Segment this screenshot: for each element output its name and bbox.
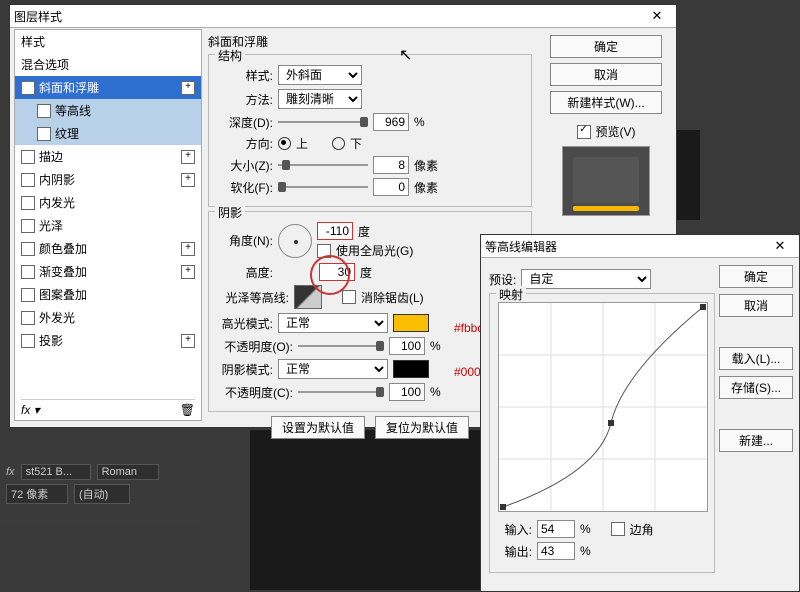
hilite-mode-select[interactable]: 正常 bbox=[278, 313, 388, 333]
plus-icon[interactable]: + bbox=[181, 173, 195, 187]
contour-editor-dialog: 等高线编辑器 ✕ 预设:自定 映射 输入:%边角 输出:% 确定 取消 载入(L… bbox=[480, 234, 800, 592]
cursor-icon: ↖ bbox=[399, 45, 412, 65]
shadow-opacity-input[interactable] bbox=[389, 383, 425, 401]
hilite-opacity-input[interactable] bbox=[389, 337, 425, 355]
direction-up-radio[interactable] bbox=[278, 137, 291, 150]
plus-icon[interactable]: + bbox=[181, 242, 195, 256]
outer-glow-item[interactable]: 外发光 bbox=[15, 306, 201, 329]
checkbox-icon[interactable] bbox=[21, 173, 35, 187]
styles-header[interactable]: 样式 bbox=[15, 30, 201, 53]
window-title: 等高线编辑器 bbox=[485, 238, 765, 255]
style-select[interactable]: 外斜面 bbox=[278, 65, 362, 85]
annotation-circle bbox=[310, 255, 350, 295]
stroke-item[interactable]: 描边+ bbox=[15, 145, 201, 168]
cancel-button[interactable]: 取消 bbox=[550, 63, 662, 86]
shadow-opacity-slider[interactable] bbox=[298, 385, 384, 399]
font-family-select[interactable]: st521 B... bbox=[21, 464, 91, 480]
contour-item[interactable]: 等高线 bbox=[15, 99, 201, 122]
size-input[interactable] bbox=[373, 156, 409, 174]
load-button[interactable]: 载入(L)... bbox=[719, 347, 793, 370]
corner-checkbox[interactable] bbox=[611, 522, 625, 536]
new-style-button[interactable]: 新建样式(W)... bbox=[550, 91, 662, 114]
font-weight-select[interactable]: Roman bbox=[97, 464, 159, 480]
technique-select[interactable]: 雕刻清晰 bbox=[278, 89, 362, 109]
close-icon[interactable]: ✕ bbox=[642, 8, 672, 24]
fx-icon[interactable]: fx ▾ bbox=[21, 403, 40, 417]
plus-icon[interactable]: + bbox=[181, 150, 195, 164]
depth-slider[interactable] bbox=[278, 115, 368, 129]
curve-input-field[interactable] bbox=[537, 520, 575, 538]
checkbox-icon[interactable] bbox=[21, 81, 35, 95]
soften-slider[interactable] bbox=[278, 180, 368, 194]
preset-select[interactable]: 自定 bbox=[521, 269, 651, 289]
preview-thumbnail bbox=[562, 146, 650, 216]
aa-select[interactable]: (自动) bbox=[74, 484, 130, 504]
blend-options-item[interactable]: 混合选项 bbox=[15, 53, 201, 76]
preview-checkbox[interactable] bbox=[577, 125, 591, 139]
bevel-emboss-item[interactable]: 斜面和浮雕+ bbox=[15, 76, 201, 99]
hilite-opacity-slider[interactable] bbox=[298, 339, 384, 353]
antialias-checkbox[interactable] bbox=[342, 290, 356, 304]
gradient-overlay-item[interactable]: 渐变叠加+ bbox=[15, 260, 201, 283]
checkbox-icon[interactable] bbox=[21, 242, 35, 256]
checkbox-icon[interactable] bbox=[21, 311, 35, 325]
titlebar: 等高线编辑器 ✕ bbox=[481, 235, 799, 258]
titlebar: 图层样式 ✕ bbox=[10, 5, 676, 28]
inner-shadow-item[interactable]: 内阴影+ bbox=[15, 168, 201, 191]
size-slider[interactable] bbox=[278, 158, 368, 172]
close-icon[interactable]: ✕ bbox=[765, 238, 795, 254]
ok-button[interactable]: 确定 bbox=[550, 35, 662, 58]
reset-default-button[interactable]: 复位为默认值 bbox=[375, 416, 469, 439]
curve-canvas[interactable] bbox=[498, 302, 708, 512]
font-size-select[interactable]: 72 像素 bbox=[6, 484, 68, 504]
depth-input[interactable] bbox=[373, 113, 409, 131]
styles-list: 样式 混合选项 斜面和浮雕+ 等高线 纹理 描边+ 内阴影+ 内发光 光泽 颜色… bbox=[14, 29, 202, 421]
checkbox-icon[interactable] bbox=[21, 288, 35, 302]
pattern-overlay-item[interactable]: 图案叠加 bbox=[15, 283, 201, 306]
drop-shadow-item[interactable]: 投影+ bbox=[15, 329, 201, 352]
fx-icon[interactable]: fx bbox=[6, 466, 15, 478]
inner-glow-item[interactable]: 内发光 bbox=[15, 191, 201, 214]
checkbox-icon[interactable] bbox=[21, 219, 35, 233]
checkbox-icon[interactable] bbox=[21, 334, 35, 348]
color-overlay-item[interactable]: 颜色叠加+ bbox=[15, 237, 201, 260]
plus-icon[interactable]: + bbox=[181, 265, 195, 279]
satin-item[interactable]: 光泽 bbox=[15, 214, 201, 237]
checkbox-icon[interactable] bbox=[37, 127, 51, 141]
curve-output-field[interactable] bbox=[537, 542, 575, 560]
soften-input[interactable] bbox=[373, 178, 409, 196]
window-title: 图层样式 bbox=[14, 8, 642, 25]
save-button[interactable]: 存储(S)... bbox=[719, 376, 793, 399]
direction-down-radio[interactable] bbox=[332, 137, 345, 150]
texture-item[interactable]: 纹理 bbox=[15, 122, 201, 145]
structure-group: 结构 样式:外斜面 方法:雕刻清晰 深度(D):% 方向:上下 大小(Z):像素… bbox=[208, 54, 532, 207]
bevel-title: 斜面和浮雕 bbox=[208, 33, 532, 50]
trash-icon[interactable]: 🗑 bbox=[180, 403, 195, 417]
plus-icon[interactable]: + bbox=[181, 334, 195, 348]
angle-dial[interactable] bbox=[278, 224, 312, 258]
checkbox-icon[interactable] bbox=[21, 265, 35, 279]
mapping-group: 映射 输入:%边角 输出:% bbox=[489, 293, 715, 573]
shadow-color-swatch[interactable] bbox=[393, 360, 429, 378]
char-panel: fx st521 B... Roman 72 像素 (自动) bbox=[0, 460, 200, 526]
cancel-button[interactable]: 取消 bbox=[719, 294, 793, 317]
checkbox-icon[interactable] bbox=[21, 196, 35, 210]
new-button[interactable]: 新建... bbox=[719, 429, 793, 452]
ok-button[interactable]: 确定 bbox=[719, 265, 793, 288]
set-default-button[interactable]: 设置为默认值 bbox=[271, 416, 365, 439]
shadow-mode-select[interactable]: 正常 bbox=[278, 359, 388, 379]
plus-icon[interactable]: + bbox=[181, 81, 195, 95]
checkbox-icon[interactable] bbox=[21, 150, 35, 164]
checkbox-icon[interactable] bbox=[37, 104, 51, 118]
angle-input[interactable] bbox=[317, 222, 353, 240]
hilite-color-swatch[interactable] bbox=[393, 314, 429, 332]
